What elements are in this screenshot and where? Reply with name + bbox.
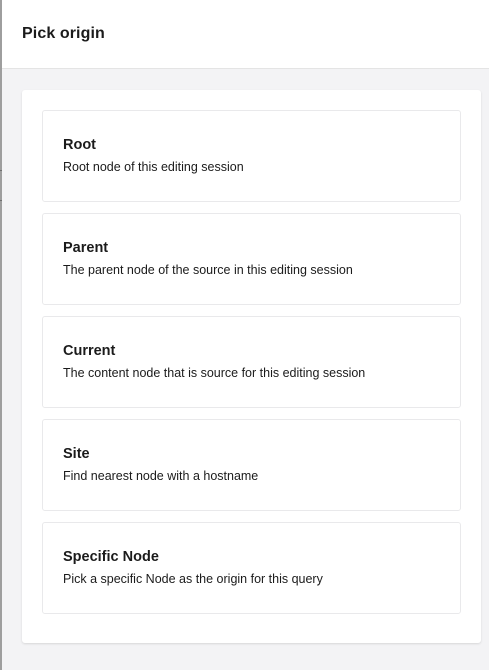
option-description: The parent node of the source in this ed… bbox=[63, 263, 353, 277]
origin-option-specific-node[interactable]: Specific Node Pick a specific Node as th… bbox=[42, 522, 461, 614]
option-name: Root bbox=[63, 137, 97, 153]
window-left-edge bbox=[0, 0, 2, 670]
option-description: Pick a specific Node as the origin for t… bbox=[63, 572, 323, 586]
origin-option-current[interactable]: Current The content node that is source … bbox=[42, 316, 461, 408]
option-description: The content node that is source for this… bbox=[63, 366, 366, 380]
dialog-title: Pick origin bbox=[22, 25, 105, 42]
edge-tick bbox=[0, 200, 2, 201]
origin-option-site[interactable]: Site Find nearest node with a hostname bbox=[42, 419, 461, 511]
edge-tick bbox=[0, 170, 2, 171]
origin-option-root[interactable]: Root Root node of this editing session bbox=[42, 110, 461, 202]
option-name: Specific Node bbox=[63, 549, 159, 565]
option-name: Parent bbox=[63, 240, 109, 256]
option-description: Find nearest node with a hostname bbox=[63, 469, 259, 483]
origin-options-panel: Root Root node of this editing session P… bbox=[22, 90, 481, 643]
dialog-header: Pick origin bbox=[2, 0, 489, 69]
option-description: Root node of this editing session bbox=[63, 160, 244, 174]
origin-option-parent[interactable]: Parent The parent node of the source in … bbox=[42, 213, 461, 305]
option-name: Current bbox=[63, 343, 116, 359]
origin-options-list: Root Root node of this editing session P… bbox=[42, 110, 461, 614]
option-name: Site bbox=[63, 446, 90, 462]
